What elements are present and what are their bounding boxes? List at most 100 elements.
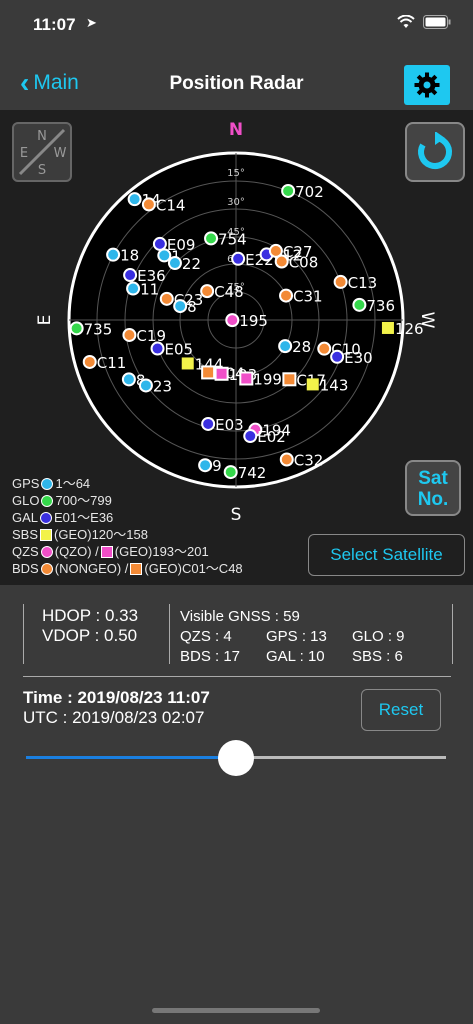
satellite-marker-bds[interactable] <box>141 197 156 212</box>
gal-dot-icon <box>40 511 53 524</box>
hdop-value: HDOP : 0.33 <box>42 606 139 625</box>
satno-line2: No. <box>417 489 449 510</box>
satellite-marker-sbs[interactable] <box>381 321 394 334</box>
elev-30: 30° <box>227 197 245 208</box>
ring-15 <box>96 180 376 460</box>
satellite-marker-gps[interactable] <box>167 256 182 271</box>
satellite-marker-bds[interactable] <box>201 365 216 380</box>
legend-bds: BDS (NONGEO) / (GEO)C01～C48 <box>12 560 243 577</box>
location-arrow-icon: ➤ <box>86 15 97 30</box>
select-satellite-button[interactable]: Select Satellite <box>308 534 465 576</box>
satellite-marker-bds[interactable] <box>274 254 289 269</box>
satellite-marker-gal[interactable] <box>259 247 274 262</box>
satellite-marker-bds[interactable] <box>159 291 174 306</box>
refresh-button[interactable] <box>405 122 465 182</box>
status-bar: 11:07 ➤ <box>0 0 473 50</box>
satellite-label: 8 <box>187 298 197 316</box>
satellite-marker-bds[interactable] <box>279 288 294 303</box>
legend-qzs: QZS (QZO) / (GEO)193～201 <box>12 543 243 560</box>
gnss-gps: GPS : 13 <box>266 628 327 645</box>
satellite-marker-gal[interactable] <box>231 251 246 266</box>
bds-dot-icon <box>40 562 53 575</box>
satellite-marker-qzs[interactable] <box>248 422 263 437</box>
satellite-label: 143 <box>320 376 349 394</box>
satellite-marker-bds[interactable] <box>279 452 294 467</box>
satellite-marker-bds[interactable] <box>82 354 97 369</box>
satellite-marker-gps[interactable] <box>127 192 142 207</box>
satellite-label: 193 <box>229 366 258 384</box>
legend-qzs-a: (QZO) / <box>54 544 99 559</box>
satellite-label: E36 <box>137 267 166 285</box>
satellite-marker-gal[interactable] <box>201 416 216 431</box>
wifi-icon <box>397 15 415 28</box>
satellite-marker-gps[interactable] <box>126 281 141 296</box>
satellite-marker-gal[interactable] <box>330 349 345 364</box>
satellite-label: E09 <box>167 236 196 254</box>
nav-bar: ‹ Main Position Radar <box>0 55 473 110</box>
satellite-marker-gps[interactable] <box>106 247 121 262</box>
legend-sbs-label: SBS <box>12 527 39 542</box>
satellite-label: C32 <box>294 451 324 469</box>
time-slider[interactable] <box>26 740 446 776</box>
satellite-marker-gal[interactable] <box>152 236 167 251</box>
legend-gal-range: E01～E36 <box>54 510 114 525</box>
direction-e: E <box>35 315 55 326</box>
satellite-marker-qzs[interactable] <box>225 313 240 328</box>
qzs-square-icon <box>100 545 113 558</box>
compass-toggle-button[interactable]: N S E W <box>12 122 72 182</box>
satellite-marker-qzs[interactable] <box>214 366 229 381</box>
utc-time: UTC : 2019/08/23 02:07 <box>23 708 205 727</box>
satellite-marker-gps[interactable] <box>138 378 153 393</box>
satellite-marker-sbs[interactable] <box>181 357 194 370</box>
local-time: Time : 2019/08/23 11:07 <box>23 688 210 707</box>
status-time: 11:07 <box>33 15 76 34</box>
settings-button[interactable] <box>404 65 450 105</box>
gnss-sbs: SBS : 6 <box>352 648 403 665</box>
satellite-label: 23 <box>153 377 172 395</box>
satellite-marker-gal[interactable] <box>150 341 165 356</box>
satellite-label: 735 <box>84 320 113 338</box>
sat-number-toggle-button[interactable]: Sat No. <box>405 460 461 516</box>
slider-track-empty <box>236 756 446 759</box>
satellite-marker-gps[interactable] <box>198 458 213 473</box>
satellite-label: 702 <box>295 183 324 201</box>
legend-sbs-range: (GEO)120～158 <box>54 527 148 542</box>
satellite-marker-bds[interactable] <box>282 372 297 387</box>
compass-s: S <box>38 163 46 178</box>
reset-button[interactable]: Reset <box>361 689 441 731</box>
dop-panel: HDOP : 0.33 VDOP : 0.50 Visible GNSS : 5… <box>23 604 453 667</box>
satellite-marker-gal[interactable] <box>243 429 258 444</box>
satellite-marker-glo[interactable] <box>69 321 84 336</box>
satellite-marker-gal[interactable] <box>123 268 138 283</box>
satellite-marker-bds[interactable] <box>200 284 215 299</box>
satellite-marker-bds[interactable] <box>122 327 137 342</box>
satellite-label: C10 <box>331 341 361 359</box>
satellite-marker-bds[interactable] <box>333 274 348 289</box>
elev-45: 45° <box>227 227 245 238</box>
satellite-marker-gps[interactable] <box>173 299 188 314</box>
satellite-marker-gps[interactable] <box>157 248 172 263</box>
legend-gps-label: GPS <box>12 476 40 491</box>
satellite-marker-sbs[interactable] <box>306 378 319 391</box>
satellite-marker-qzs[interactable] <box>239 371 254 386</box>
legend-gal-label: GAL <box>12 510 39 525</box>
dop-values: HDOP : 0.33 VDOP : 0.50 <box>42 606 138 646</box>
satellite-label: C23 <box>174 291 204 309</box>
gnss-grid: QZS : 4 GPS : 13 GLO : 9 BDS : 17 GAL : … <box>180 627 422 667</box>
direction-w: W <box>417 312 437 329</box>
satellite-marker-gps[interactable] <box>121 372 136 387</box>
satellite-marker-glo[interactable] <box>204 231 219 246</box>
legend-glo-range: 700～799 <box>55 493 112 508</box>
satellite-label: 18 <box>120 247 139 265</box>
satellite-marker-gps[interactable] <box>278 339 293 354</box>
gnss-bds: BDS : 17 <box>180 648 241 665</box>
gnss-gal: GAL : 10 <box>266 648 325 665</box>
slider-thumb[interactable] <box>218 740 254 776</box>
glo-dot-icon <box>41 494 54 507</box>
satellite-marker-glo[interactable] <box>281 183 296 198</box>
satellite-marker-bds[interactable] <box>317 341 332 356</box>
gnss-qzs: QZS : 4 <box>180 628 232 645</box>
satellite-label: 28 <box>292 338 311 356</box>
satellite-marker-glo[interactable] <box>352 297 367 312</box>
satellite-marker-bds[interactable] <box>268 243 283 258</box>
